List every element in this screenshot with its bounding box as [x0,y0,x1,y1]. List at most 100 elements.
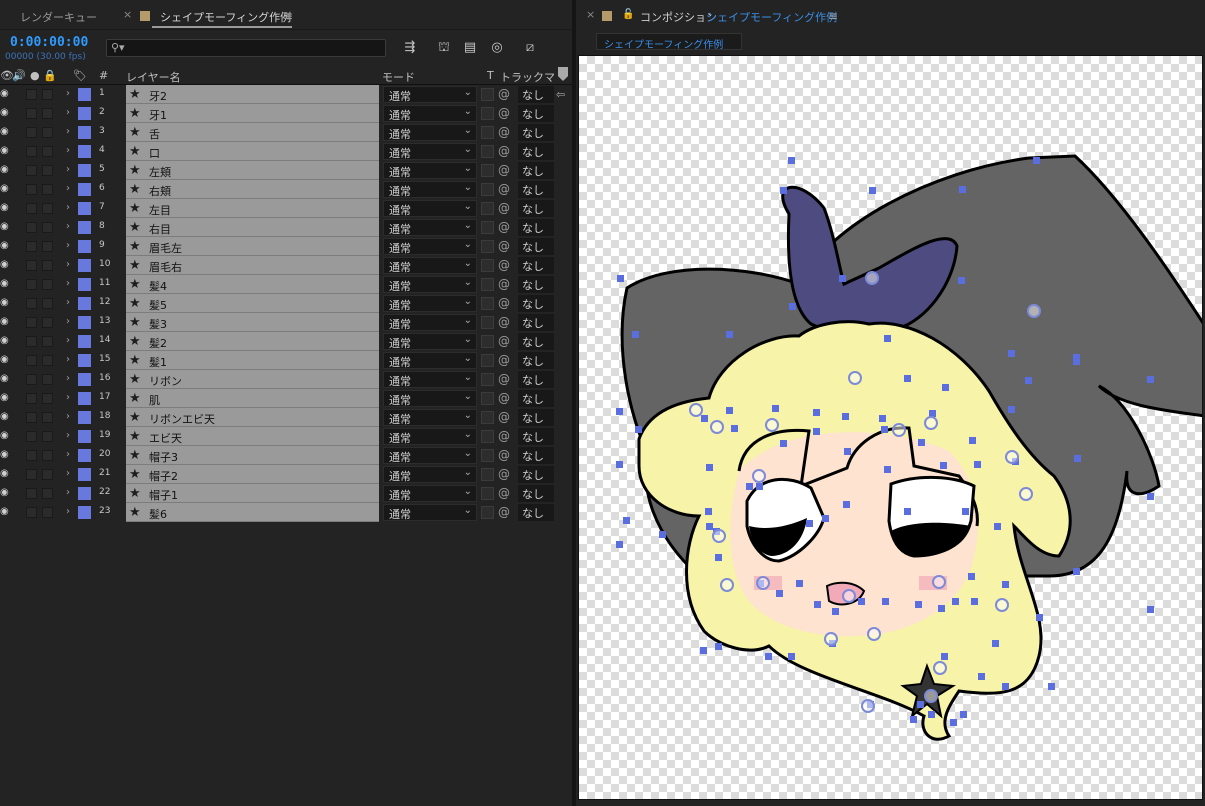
lock-toggle[interactable] [42,279,53,290]
track-matte-pickwhip-icon[interactable]: @ [498,220,514,236]
label-color-swatch[interactable] [78,107,91,120]
layer-name-cell[interactable]: ★ 眉毛右 [126,256,379,275]
expand-chevron-icon[interactable]: › [66,145,70,156]
anchor-point-icon[interactable] [1019,487,1033,501]
lock-toggle[interactable] [42,469,53,480]
layer-name[interactable]: 髪5 [149,297,167,313]
vertex-handle[interactable] [701,415,708,422]
track-matte-pickwhip-icon[interactable]: @ [498,486,514,502]
layer-row[interactable]: ◉ › 15 ★ 髪1 通常 ⌄ @ なし [0,351,572,370]
vertex-handle[interactable] [806,520,813,527]
blend-mode-select[interactable]: 通常 ⌄ [383,276,477,293]
solo-toggle[interactable] [26,374,37,385]
label-color-swatch[interactable] [78,468,91,481]
anchor-point-icon[interactable] [1005,450,1019,464]
lock-toggle[interactable] [42,488,53,499]
vertex-handle[interactable] [941,653,948,660]
solo-toggle[interactable] [26,203,37,214]
layer-row[interactable]: ◉ › 10 ★ 眉毛右 通常 ⌄ @ なし [0,256,572,275]
lock-toggle[interactable] [42,355,53,366]
label-color-swatch[interactable] [78,202,91,215]
layer-name[interactable]: 右目 [149,221,171,237]
expand-chevron-icon[interactable]: › [66,411,70,422]
vertex-handle[interactable] [1048,683,1055,690]
track-matte-pickwhip-icon[interactable]: @ [498,315,514,331]
track-matte-pickwhip-icon[interactable]: @ [498,106,514,122]
expand-chevron-icon[interactable]: › [66,297,70,308]
solo-toggle[interactable] [26,222,37,233]
label-color-swatch[interactable] [78,164,91,177]
vertex-handle[interactable] [1008,406,1015,413]
vertex-handle[interactable] [715,643,722,650]
anchor-point-icon[interactable] [933,661,947,675]
preserve-transparency-toggle[interactable] [481,411,494,424]
visibility-toggle-icon[interactable]: ◉ [0,297,10,309]
label-color-swatch[interactable] [78,430,91,443]
lock-toggle[interactable] [42,222,53,233]
solo-toggle[interactable] [26,336,37,347]
vertex-handle[interactable] [959,186,966,193]
layer-name[interactable]: 帽子3 [149,449,178,465]
vertex-handle[interactable] [746,483,753,490]
label-color-swatch[interactable] [78,487,91,500]
blend-mode-select[interactable]: 通常 ⌄ [383,428,477,445]
anchor-point-icon[interactable] [867,627,881,641]
blend-mode-select[interactable]: 通常 ⌄ [383,86,477,103]
layer-row[interactable]: ◉ › 21 ★ 帽子2 通常 ⌄ @ なし [0,465,572,484]
vertex-handle[interactable] [822,515,829,522]
column-layer-name[interactable]: レイヤー名 [126,69,181,85]
vertex-handle[interactable] [844,448,851,455]
layer-name[interactable]: 帽子1 [149,487,178,503]
label-color-swatch[interactable] [78,392,91,405]
visibility-toggle-icon[interactable]: ◉ [0,468,10,480]
anchor-point-icon[interactable] [712,529,726,543]
vertex-handle[interactable] [616,461,623,468]
label-color-swatch[interactable] [78,449,91,462]
layer-name[interactable]: 左頬 [149,164,171,180]
layer-name-cell[interactable]: ★ リボン [126,370,379,389]
vertex-handle[interactable] [813,409,820,416]
track-matte-select[interactable]: なし [518,257,554,274]
visibility-toggle-icon[interactable]: ◉ [0,240,10,252]
vertex-handle[interactable] [706,523,713,530]
vertex-handle[interactable] [917,701,924,708]
layer-name[interactable]: エビ天 [149,430,182,446]
vertex-handle[interactable] [994,523,1001,530]
label-color-swatch[interactable] [78,411,91,424]
track-matte-select[interactable]: なし [518,428,554,445]
vertex-handle[interactable] [869,187,876,194]
preserve-transparency-toggle[interactable] [481,126,494,139]
solo-toggle[interactable] [26,89,37,100]
vertex-handle[interactable] [756,483,763,490]
layer-name[interactable]: 帽子2 [149,468,178,484]
visibility-toggle-icon[interactable]: ◉ [0,145,10,157]
expand-chevron-icon[interactable]: › [66,164,70,175]
layer-name-cell[interactable]: ★ 牙2 [126,85,379,104]
solo-toggle[interactable] [26,450,37,461]
solo-toggle[interactable] [26,184,37,195]
blend-mode-select[interactable]: 通常 ⌄ [383,143,477,160]
visibility-toggle-icon[interactable]: ◉ [0,506,10,518]
track-matte-select[interactable]: なし [518,162,554,179]
layer-name[interactable]: リボン [149,373,182,389]
visibility-toggle-icon[interactable]: ◉ [0,126,10,138]
lock-toggle[interactable] [42,336,53,347]
layer-name[interactable]: 右頬 [149,183,171,199]
blend-mode-select[interactable]: 通常 ⌄ [383,504,477,521]
lock-icon[interactable]: 🔓 [622,9,634,20]
blend-mode-select[interactable]: 通常 ⌄ [383,295,477,312]
track-matte-pickwhip-icon[interactable]: @ [498,505,514,521]
layer-name[interactable]: 眉毛右 [149,259,182,275]
panel-menu-icon[interactable]: ≡ [283,9,293,23]
column-mode[interactable]: モード [382,69,415,85]
solo-toggle[interactable] [26,507,37,518]
solo-toggle[interactable] [26,317,37,328]
column-options-icon[interactable] [558,67,568,81]
vertex-handle[interactable] [1036,614,1043,621]
layer-name[interactable]: 舌 [149,126,160,142]
vertex-handle[interactable] [960,711,967,718]
vertex-handle[interactable] [765,653,772,660]
vertex-handle[interactable] [659,531,666,538]
vertex-handle[interactable] [879,415,886,422]
track-matte-select[interactable]: なし [518,219,554,236]
